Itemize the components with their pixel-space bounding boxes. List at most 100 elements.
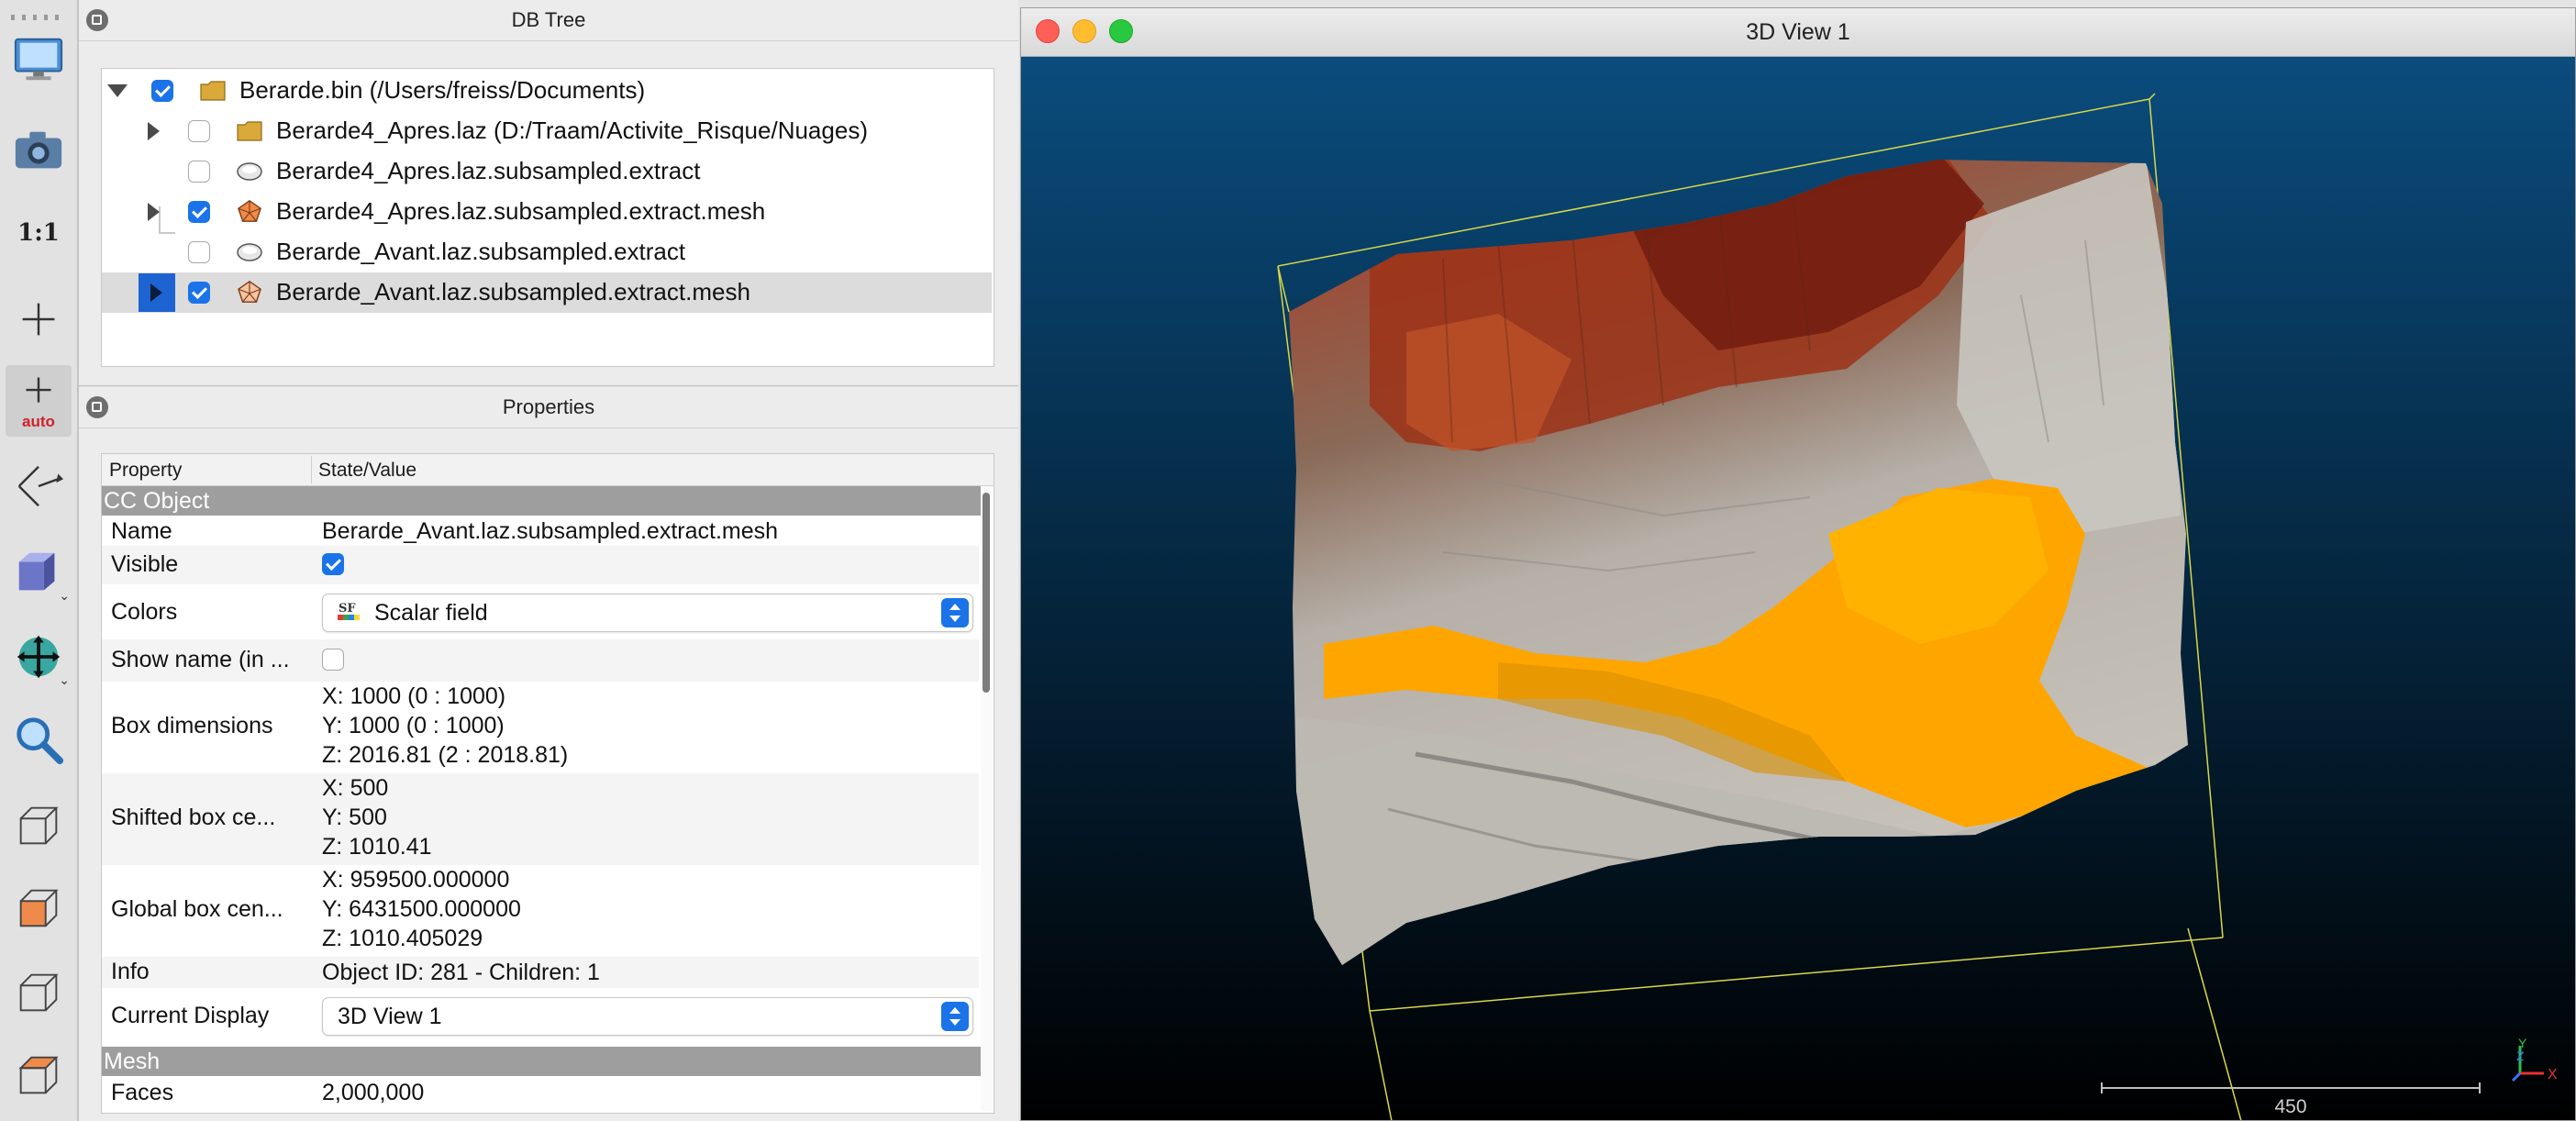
mesh-icon	[238, 200, 261, 222]
properties-scrollbar[interactable]	[981, 487, 992, 1111]
tree-item-label: Berarde4_Apres.laz.subsampled.extract.me…	[276, 197, 766, 225]
scalar-field-icon-text: SF	[339, 602, 356, 616]
db-tree-panel: DB Tree Berarde.bin (/Users/freiss/Docum…	[79, 0, 1018, 386]
property-row-name: Name Berarde_Avant.laz.subsampled.extrac…	[102, 516, 979, 546]
point-cloud-icon	[237, 243, 262, 261]
current-display-dropdown[interactable]: 3D View 1	[322, 997, 973, 1036]
db-tree-titlebar: DB Tree	[79, 0, 1018, 41]
tree-item-checkbox[interactable]	[188, 161, 210, 183]
3d-viewport[interactable]: 450 Y Z X	[1021, 57, 2575, 1121]
zoom-1-1-label: 1:1	[17, 219, 60, 247]
view-top-icon[interactable]	[6, 875, 72, 941]
db-tree-float-button[interactable]	[86, 9, 108, 31]
properties-titlebar: Properties	[79, 387, 1018, 428]
properties-table[interactable]: Property State/Value CC Object Name Bera…	[101, 453, 994, 1114]
colors-dropdown[interactable]: SF Scalar field	[322, 594, 973, 632]
auto-pivot-button[interactable]: auto	[6, 365, 72, 437]
3d-view-window: 3D View 1 450 Y Z X	[1020, 7, 2576, 1121]
property-label: Colors	[111, 599, 178, 625]
x-axis-label: X	[2548, 1067, 2558, 1082]
property-row-current-display: Current Display 3D View 1	[102, 988, 979, 1045]
tree-item-berarde-bin[interactable]: Berarde.bin (/Users/freiss/Documents)	[102, 71, 992, 111]
section-mesh: Mesh	[102, 1047, 981, 1076]
tree-item-checkbox[interactable]	[188, 120, 210, 142]
global-center-y: Y: 6431500.000000	[322, 896, 521, 922]
view-left-icon[interactable]	[6, 960, 72, 1026]
object-name-field[interactable]: Berarde_Avant.laz.subsampled.extract.mes…	[322, 516, 778, 546]
zoom-magnifier-icon[interactable]	[6, 706, 72, 772]
folder-icon	[237, 121, 262, 141]
screenshot-camera-icon[interactable]	[6, 117, 72, 183]
shifted-center-y: Y: 500	[322, 805, 387, 830]
interaction-mode-dropdown-icon[interactable]: ⌄	[59, 672, 70, 688]
tree-item-apres-extract[interactable]: Berarde4_Apres.laz.subsampled.extract	[102, 151, 992, 192]
property-label: Current Display	[111, 1003, 270, 1028]
collapse-arrow-icon[interactable]	[107, 84, 128, 97]
property-label: Show name (in ...	[111, 647, 290, 672]
dropdown-stepper-icon[interactable]	[941, 598, 969, 627]
property-row-info: Info Object ID: 281 - Children: 1	[102, 957, 979, 988]
tree-item-avant-extract[interactable]: Berarde_Avant.laz.subsampled.extract	[102, 232, 992, 272]
scrollbar-thumb[interactable]	[983, 493, 990, 693]
shifted-center-z: Z: 1010.41	[322, 834, 432, 860]
property-row-visible: Visible	[102, 546, 979, 584]
tree-item-label: Berarde_Avant.laz.subsampled.extract	[276, 238, 686, 265]
tree-item-label: Berarde_Avant.laz.subsampled.extract.mes…	[276, 278, 750, 305]
perspective-icon[interactable]	[6, 453, 72, 519]
property-row-shifted-box-center: Shifted box ce... X: 500 Y: 500 Z: 1010.…	[102, 773, 979, 865]
column-header-value[interactable]: State/Value	[318, 460, 416, 482]
main-toolbar: 1:1 auto ⌄ ⌄	[0, 0, 79, 1121]
property-label: Faces	[111, 1080, 174, 1105]
tree-item-apres-laz[interactable]: Berarde4_Apres.laz (D:/Traam/Activite_Ri…	[102, 111, 992, 151]
tree-item-label: Berarde.bin (/Users/freiss/Documents)	[239, 76, 646, 104]
colors-dropdown-value: Scalar field	[374, 600, 488, 626]
property-row-faces: Faces 2,000,000	[102, 1078, 979, 1109]
3d-view-titlebar: 3D View 1	[1021, 8, 2575, 57]
pivot-point-icon[interactable]	[6, 286, 72, 352]
property-row-colors: Colors SF Scalar field	[102, 584, 979, 639]
view-cube-dropdown-icon[interactable]: ⌄	[59, 588, 70, 604]
expand-arrow-icon[interactable]	[148, 122, 160, 140]
toolbar-grip[interactable]	[11, 15, 64, 20]
dropdown-stepper-icon[interactable]	[941, 1002, 969, 1031]
property-label: Box dimensions	[111, 713, 273, 738]
view-bottom-icon[interactable]	[6, 1042, 72, 1108]
tree-item-apres-mesh[interactable]: Berarde4_Apres.laz.subsampled.extract.me…	[102, 192, 992, 232]
close-window-button[interactable]	[1036, 19, 1060, 43]
view-cube-icon[interactable]: ⌄	[6, 539, 72, 605]
tree-item-checkbox[interactable]	[188, 201, 210, 223]
tree-item-checkbox[interactable]	[151, 80, 173, 102]
view-front-icon[interactable]	[6, 793, 72, 859]
tree-item-avant-mesh[interactable]: Berarde_Avant.laz.subsampled.extract.mes…	[102, 272, 992, 313]
interaction-mode-icon[interactable]: ⌄	[6, 624, 72, 690]
visible-checkbox[interactable]	[322, 553, 344, 575]
expand-arrow-icon[interactable]	[139, 273, 175, 312]
3d-view-title: 3D View 1	[1746, 18, 1850, 45]
full-screen-icon[interactable]	[6, 26, 72, 92]
property-label: Name	[111, 518, 172, 544]
auto-pivot-label: auto	[22, 413, 55, 430]
minimize-window-button[interactable]	[1072, 19, 1096, 43]
tree-item-checkbox[interactable]	[188, 241, 210, 263]
property-row-global-box-center: Global box cen... X: 959500.000000 Y: 64…	[102, 865, 979, 957]
scale-bar-label: 450	[2274, 1096, 2306, 1117]
maximize-window-button[interactable]	[1109, 19, 1133, 43]
expand-arrow-icon[interactable]	[148, 203, 160, 221]
db-tree-view[interactable]: Berarde.bin (/Users/freiss/Documents) Be…	[101, 68, 994, 367]
section-cc-object: CC Object	[102, 486, 981, 516]
property-row-show-name: Show name (in ...	[102, 639, 979, 682]
db-tree-title: DB Tree	[511, 8, 586, 31]
faces-value: 2,000,000	[322, 1080, 425, 1105]
tree-item-label: Berarde4_Apres.laz (D:/Traam/Activite_Ri…	[276, 117, 868, 144]
properties-float-button[interactable]	[86, 396, 108, 418]
zoom-1-1-button[interactable]: 1:1	[6, 200, 72, 266]
property-label: Shifted box ce...	[111, 805, 276, 830]
box-dim-y: Y: 1000 (0 : 1000)	[322, 713, 505, 738]
properties-header: Property State/Value	[102, 454, 994, 486]
column-header-property[interactable]: Property	[109, 460, 182, 482]
scalar-field-icon: SF	[338, 602, 360, 620]
property-label: Visible	[111, 551, 179, 577]
tree-item-checkbox[interactable]	[188, 282, 210, 304]
global-center-z: Z: 1010.405029	[322, 926, 483, 951]
show-name-checkbox[interactable]	[322, 649, 344, 671]
